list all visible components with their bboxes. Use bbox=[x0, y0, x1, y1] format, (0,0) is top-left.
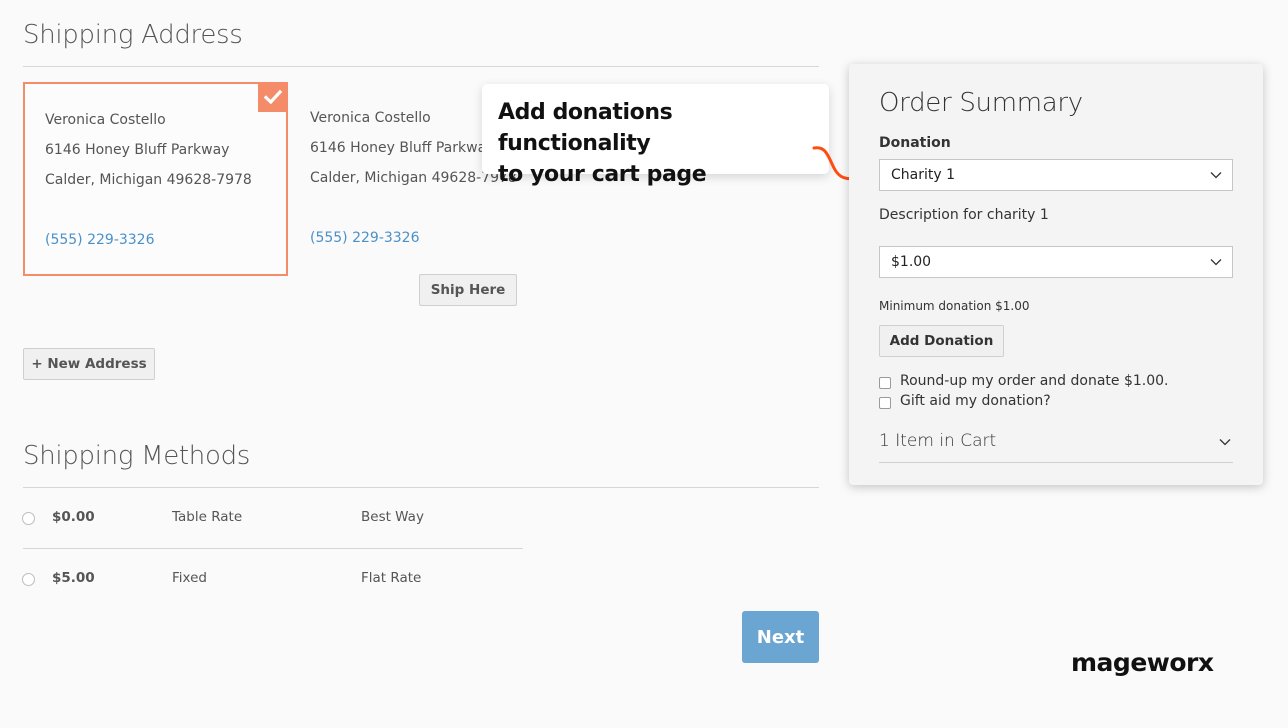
donation-amount-select[interactable]: $1.00 bbox=[879, 246, 1233, 278]
order-summary-title: Order Summary bbox=[879, 88, 1083, 118]
cart-divider bbox=[879, 462, 1233, 463]
new-address-button[interactable]: + New Address bbox=[23, 348, 155, 380]
shipping-methods-divider bbox=[23, 487, 819, 488]
promo-callout: Add donations functionality to your cart… bbox=[482, 84, 829, 187]
minimum-donation-text: Minimum donation $1.00 bbox=[879, 299, 1030, 313]
charity-description: Description for charity 1 bbox=[879, 207, 1049, 223]
roundup-checkbox[interactable] bbox=[879, 377, 891, 389]
method-row-divider bbox=[23, 548, 523, 549]
address-phone-link[interactable]: (555) 229-3326 bbox=[310, 223, 550, 253]
callout-line-2: to your cart page bbox=[498, 162, 707, 187]
items-in-cart-toggle[interactable]: 1 Item in Cart bbox=[879, 431, 1233, 451]
address-street: 6146 Honey Bluff Parkway bbox=[45, 142, 230, 158]
shipping-method-row[interactable]: $0.00 Table Rate Best Way bbox=[22, 508, 522, 528]
mageworx-logo: mageworx bbox=[1071, 648, 1214, 677]
shipping-address-title: Shipping Address bbox=[23, 20, 243, 50]
method-carrier: Flat Rate bbox=[361, 570, 422, 586]
roundup-label: Round-up my order and donate $1.00. bbox=[900, 373, 1169, 389]
roundup-checkbox-row[interactable]: Round-up my order and donate $1.00. bbox=[879, 373, 1169, 389]
amount-select-value: $1.00 bbox=[891, 254, 932, 270]
next-button[interactable]: Next bbox=[742, 611, 819, 663]
chevron-down-icon bbox=[1210, 172, 1222, 179]
chevron-down-icon bbox=[1219, 439, 1231, 446]
address-phone-link[interactable]: (555) 229-3326 bbox=[45, 225, 286, 255]
method-price: $0.00 bbox=[52, 509, 95, 525]
checkmark-icon bbox=[264, 89, 282, 105]
shipping-methods-title: Shipping Methods bbox=[23, 441, 251, 471]
charity-select-value: Charity 1 bbox=[891, 167, 956, 183]
charity-select[interactable]: Charity 1 bbox=[879, 159, 1233, 191]
giftaid-checkbox-row[interactable]: Gift aid my donation? bbox=[879, 393, 1051, 409]
method-title: Table Rate bbox=[172, 509, 243, 525]
giftaid-checkbox[interactable] bbox=[879, 397, 891, 409]
chevron-down-icon bbox=[1210, 259, 1222, 266]
callout-line-1: Add donations functionality bbox=[498, 100, 673, 156]
method-price: $5.00 bbox=[52, 570, 95, 586]
method-radio[interactable] bbox=[22, 512, 35, 525]
donation-label: Donation bbox=[879, 135, 951, 151]
add-donation-button[interactable]: Add Donation bbox=[879, 325, 1004, 357]
method-radio[interactable] bbox=[22, 573, 35, 586]
ship-here-button[interactable]: Ship Here bbox=[419, 274, 517, 306]
method-title: Fixed bbox=[172, 570, 207, 586]
address-city: Calder, Michigan 49628-7978 bbox=[45, 172, 252, 188]
giftaid-label: Gift aid my donation? bbox=[900, 393, 1051, 409]
selected-check-badge bbox=[258, 82, 288, 112]
order-summary-panel: Order Summary Donation Charity 1 Descrip… bbox=[849, 64, 1263, 485]
address-name: Veronica Costello bbox=[45, 112, 166, 128]
method-carrier: Best Way bbox=[361, 509, 424, 525]
shipping-method-row[interactable]: $5.00 Fixed Flat Rate bbox=[22, 569, 522, 589]
items-in-cart-label: 1 Item in Cart bbox=[879, 431, 997, 451]
shipping-address-divider bbox=[23, 66, 819, 67]
address-card-selected[interactable]: Veronica Costello 6146 Honey Bluff Parkw… bbox=[23, 82, 288, 276]
